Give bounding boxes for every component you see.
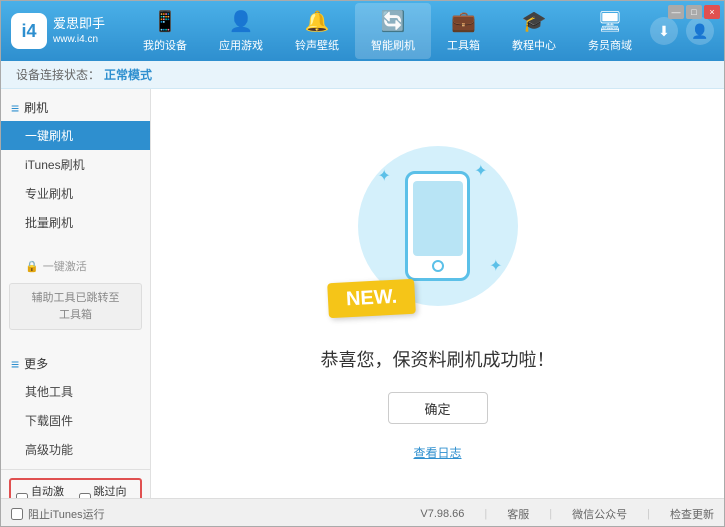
- footer-service-link[interactable]: 客服: [507, 506, 529, 522]
- sidebar-item-itunes-flash[interactable]: iTunes刷机: [1, 150, 150, 179]
- nav-ringtone-label: 铃声壁纸: [295, 37, 339, 53]
- skip-guide-checkbox-label[interactable]: 跳过向导: [79, 483, 136, 498]
- maximize-button[interactable]: □: [686, 5, 702, 19]
- status-bar: 设备连接状态： 正常模式: [1, 61, 724, 89]
- sparkle-1: ✦: [378, 166, 391, 186]
- nav-toolbox[interactable]: 💼 工具箱: [431, 3, 496, 59]
- itunes-block-checkbox[interactable]: [11, 508, 23, 520]
- nav-smart-flash-label: 智能刷机: [371, 37, 415, 53]
- sidebar-item-batch-flash[interactable]: 批量刷机: [1, 208, 150, 237]
- auto-activate-row: 自动激活 跳过向导: [9, 478, 142, 498]
- phone-home-button: [432, 260, 444, 272]
- footer-divider-3: |: [647, 508, 650, 520]
- skip-guide-checkbox[interactable]: [79, 493, 91, 498]
- auto-activate-label: 自动激活: [31, 483, 73, 498]
- sidebar-flash-header: ≡ 刷机: [1, 94, 150, 121]
- logo: i4 爱思即手 www.i4.cn: [11, 13, 105, 49]
- logo-text: 爱思即手 www.i4.cn: [53, 16, 105, 46]
- footer-divider-2: |: [549, 508, 552, 520]
- sidebar-flash-section: ≡ 刷机 一键刷机 iTunes刷机 专业刷机 批量刷机: [1, 89, 150, 242]
- phone-screen: [413, 181, 463, 256]
- nav-apps-games-label: 应用游戏: [219, 37, 263, 53]
- confirm-button[interactable]: 确定: [388, 392, 488, 424]
- toolbox-icon: 💼: [451, 9, 476, 34]
- nav-smart-flash[interactable]: 🔄 智能刷机: [355, 3, 431, 59]
- sidebar-more-section: ≡ 更多 其他工具 下载固件 高级功能: [1, 345, 150, 469]
- footer-left: 阻止iTunes运行: [11, 506, 420, 522]
- sparkle-3: ✦: [489, 256, 502, 276]
- footer-divider-1: |: [484, 508, 487, 520]
- nav-toolbox-label: 工具箱: [447, 37, 480, 53]
- status-label: 设备连接状态：: [16, 66, 100, 83]
- footer: 阻止iTunes运行 V7.98.66 | 客服 | 微信公众号 | 检查更新: [1, 498, 724, 527]
- more-section-icon: ≡: [11, 356, 19, 372]
- nav-service-label: 务员商域: [588, 37, 632, 53]
- sidebar-activate-label: 一键激活: [43, 258, 87, 274]
- sidebar-item-pro-flash[interactable]: 专业刷机: [1, 179, 150, 208]
- window-controls: — □ ×: [668, 5, 720, 19]
- user-button[interactable]: 👤: [686, 17, 714, 45]
- nav-apps-games[interactable]: 👤 应用游戏: [203, 3, 279, 59]
- sidebar-item-advanced[interactable]: 高级功能: [1, 435, 150, 464]
- footer-check-update-link[interactable]: 检查更新: [670, 506, 714, 522]
- auto-activate-checkbox-label[interactable]: 自动激活: [16, 483, 73, 498]
- sidebar-more-header: ≡ 更多: [1, 350, 150, 377]
- minimize-button[interactable]: —: [668, 5, 684, 19]
- new-badge: NEW.: [327, 279, 416, 319]
- version-label: V7.98.66: [420, 508, 464, 520]
- logo-icon: i4: [11, 13, 47, 49]
- skip-guide-label: 跳过向导: [94, 483, 136, 498]
- tutorial-icon: 🎓: [522, 9, 547, 34]
- auto-activate-checkbox[interactable]: [16, 493, 28, 498]
- sidebar-activate-section: 🔒 一键激活 辅助工具已跳转至工具箱: [1, 248, 150, 339]
- nav-service[interactable]: 🖥 务员商域: [572, 3, 648, 59]
- success-message: 恭喜您，保资料刷机成功啦！: [321, 346, 555, 372]
- close-button[interactable]: ×: [704, 5, 720, 19]
- disabled-notice-text: 辅助工具已跳转至工具箱: [32, 292, 120, 321]
- sidebar-item-one-key-flash[interactable]: 一键刷机: [1, 121, 150, 150]
- phone-body: [405, 171, 470, 281]
- apps-games-icon: 👤: [229, 9, 254, 34]
- flash-section-icon: ≡: [11, 100, 19, 116]
- download-button[interactable]: ⬇: [650, 17, 678, 45]
- nav-ringtone[interactable]: 🔔 铃声壁纸: [279, 3, 355, 59]
- sidebar-bottom: 自动激活 跳过向导 📱 iPhone 15 Pro Max 512GB iPho…: [1, 469, 150, 498]
- main: ≡ 刷机 一键刷机 iTunes刷机 专业刷机 批量刷机 🔒 一键激活 辅助工具…: [1, 89, 724, 498]
- sidebar-more-label: 更多: [24, 355, 48, 372]
- smart-flash-icon: 🔄: [381, 9, 406, 34]
- ringtone-icon: 🔔: [305, 9, 330, 34]
- status-value: 正常模式: [104, 66, 152, 83]
- nav: 📱 我的设备 👤 应用游戏 🔔 铃声壁纸 🔄 智能刷机 💼 工具箱 🎓: [125, 3, 650, 59]
- sidebar-flash-label: 刷机: [24, 99, 48, 116]
- view-log-link[interactable]: 查看日志: [413, 444, 461, 461]
- sparkle-2: ✦: [474, 161, 487, 181]
- nav-tutorial[interactable]: 🎓 教程中心: [496, 3, 572, 59]
- header-right: ⬇ 👤: [650, 17, 714, 45]
- my-device-icon: 📱: [153, 9, 178, 34]
- sidebar-item-download-firmware[interactable]: 下载固件: [1, 406, 150, 435]
- footer-right: V7.98.66 | 客服 | 微信公众号 | 检查更新: [420, 506, 714, 522]
- footer-wechat-link[interactable]: 微信公众号: [572, 506, 627, 522]
- header: i4 爱思即手 www.i4.cn 📱 我的设备 👤 应用游戏 🔔 铃声壁纸 🔄…: [1, 1, 724, 61]
- service-icon: 🖥: [597, 9, 622, 34]
- phone-illustration: ✦ ✦ ✦ NEW.: [338, 126, 538, 326]
- content-area: ✦ ✦ ✦ NEW. 恭喜您，保资料刷机成功啦！ 确定 查看日志: [151, 89, 724, 498]
- success-card: ✦ ✦ ✦ NEW. 恭喜您，保资料刷机成功啦！ 确定 查看日志: [321, 126, 555, 461]
- nav-my-device[interactable]: 📱 我的设备: [127, 3, 203, 59]
- nav-my-device-label: 我的设备: [143, 37, 187, 53]
- sidebar: ≡ 刷机 一键刷机 iTunes刷机 专业刷机 批量刷机 🔒 一键激活 辅助工具…: [1, 89, 151, 498]
- itunes-block-label: 阻止iTunes运行: [28, 506, 105, 522]
- sidebar-activate-header: 🔒 一键激活: [1, 253, 150, 279]
- sidebar-disabled-notice: 辅助工具已跳转至工具箱: [9, 283, 142, 330]
- nav-tutorial-label: 教程中心: [512, 37, 556, 53]
- sidebar-item-other-tools[interactable]: 其他工具: [1, 377, 150, 406]
